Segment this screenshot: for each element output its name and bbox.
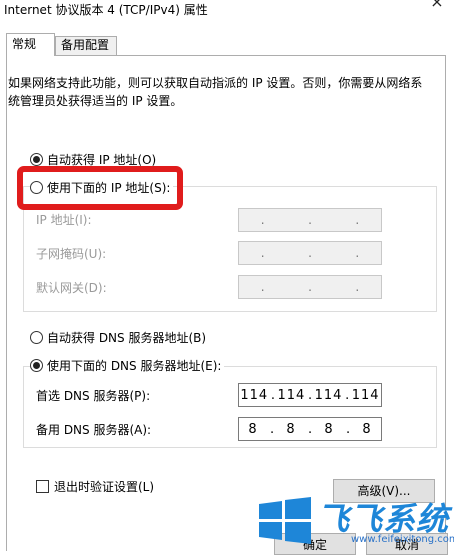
- validate-on-exit-label: 退出时验证设置(L): [54, 480, 155, 494]
- ip-address-field[interactable]: ...: [238, 208, 382, 232]
- radio-ip-auto[interactable]: 自动获得 IP 地址(O): [30, 152, 160, 168]
- checkbox-icon: [36, 480, 49, 493]
- validate-on-exit-checkbox[interactable]: 退出时验证设置(L): [36, 479, 158, 495]
- radio-ip-manual[interactable]: 使用下面的 IP 地址(S):: [30, 180, 174, 196]
- subnet-mask-label: 子网掩码(U):: [36, 247, 107, 261]
- alternate-dns-field[interactable]: 8.8.8.8: [238, 417, 382, 441]
- windows-logo-icon: [259, 497, 311, 544]
- preferred-dns-field[interactable]: 114. 114. 114. 114: [238, 383, 382, 407]
- watermark-url: www.feifeixitong.com: [351, 534, 454, 545]
- subnet-mask-field[interactable]: ...: [238, 241, 382, 265]
- radio-dns-manual-label: 使用下面的 DNS 服务器地址(E):: [47, 359, 222, 373]
- radio-selected-icon: [30, 359, 43, 372]
- radio-dns-auto[interactable]: 自动获得 DNS 服务器地址(B): [30, 330, 210, 346]
- preferred-dns-label: 首选 DNS 服务器(P):: [36, 389, 151, 403]
- window-title: Internet 协议版本 4 (TCP/IPv4) 属性: [4, 3, 208, 17]
- title-bar: Internet 协议版本 4 (TCP/IPv4) 属性 ×: [0, 0, 454, 22]
- radio-unselected-icon: [30, 331, 43, 344]
- radio-unselected-icon: [30, 181, 43, 194]
- ip-address-label: IP 地址(I):: [36, 213, 92, 227]
- watermark-logo: 飞飞系统 www.feifeixitong.com: [257, 494, 454, 551]
- tab-general[interactable]: 常规: [6, 33, 55, 56]
- radio-dns-manual[interactable]: 使用下面的 DNS 服务器地址(E):: [30, 358, 225, 374]
- tab-alternate-config[interactable]: 备用配置: [55, 36, 117, 55]
- close-button[interactable]: ×: [420, 0, 454, 14]
- default-gateway-label: 默认网关(D):: [36, 281, 107, 295]
- default-gateway-field[interactable]: ...: [238, 275, 382, 299]
- radio-ip-manual-label: 使用下面的 IP 地址(S):: [47, 181, 171, 195]
- radio-dns-auto-label: 自动获得 DNS 服务器地址(B): [47, 331, 207, 345]
- radio-selected-icon: [30, 153, 43, 166]
- radio-ip-auto-label: 自动获得 IP 地址(O): [47, 153, 157, 167]
- alternate-dns-label: 备用 DNS 服务器(A):: [36, 423, 152, 437]
- description-text: 如果网络支持此功能，则可以获取自动指派的 IP 设置。否则，你需要从网络系统管理…: [8, 76, 423, 108]
